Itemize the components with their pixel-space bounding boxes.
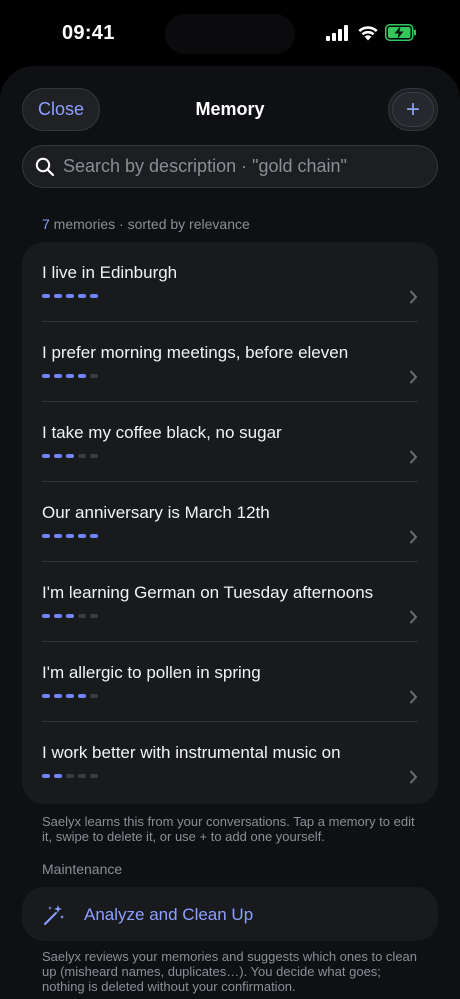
relevance-dot-filled <box>42 374 50 378</box>
dynamic-island <box>165 14 295 54</box>
relevance-dot-filled <box>42 614 50 618</box>
search-icon <box>35 157 55 177</box>
chevron-right-icon <box>410 530 417 544</box>
memory-item[interactable]: I take my coffee black, no sugar <box>22 402 438 482</box>
memory-list: I live in Edinburgh I prefer morning mee… <box>22 242 438 804</box>
relevance-dot-filled <box>42 694 50 698</box>
relevance-dot-filled <box>78 694 86 698</box>
relevance-dot-filled <box>54 614 62 618</box>
maintenance-section-label: Maintenance <box>42 861 123 877</box>
memory-text: I'm allergic to pollen in spring <box>42 663 261 682</box>
memory-text: I work better with instrumental music on <box>42 743 341 762</box>
relevance-dot-filled <box>78 294 86 298</box>
relevance-dot-empty <box>78 774 86 778</box>
plus-icon: + <box>392 92 434 127</box>
relevance-dot-filled <box>66 294 74 298</box>
relevance-dot-filled <box>42 294 50 298</box>
maintenance-description: Saelyx reviews your memories and suggest… <box>42 949 418 994</box>
relevance-dot-filled <box>66 614 74 618</box>
relevance-dot-filled <box>54 774 62 778</box>
relevance-dot-empty <box>66 774 74 778</box>
relevance-dot-empty <box>90 374 98 378</box>
relevance-dot-empty <box>90 694 98 698</box>
chevron-right-icon <box>410 370 417 384</box>
wifi-icon <box>358 26 378 41</box>
chevron-right-icon <box>410 610 417 624</box>
relevance-dot-empty <box>78 614 86 618</box>
chevron-right-icon <box>410 290 417 304</box>
memory-item[interactable]: I live in Edinburgh <box>22 242 438 322</box>
search-bar[interactable] <box>22 145 438 188</box>
relevance-dot-filled <box>90 294 98 298</box>
relevance-dot-empty <box>90 454 98 458</box>
chevron-right-icon <box>410 450 417 464</box>
memory-text: I live in Edinburgh <box>42 263 178 282</box>
relevance-dot-filled <box>54 694 62 698</box>
relevance-dot-empty <box>90 614 98 618</box>
memory-item[interactable]: Our anniversary is March 12th <box>22 482 438 562</box>
memory-item[interactable]: I work better with instrumental music on <box>22 722 438 802</box>
memory-count-summary: 7 memories · sorted by relevance <box>42 216 250 232</box>
relevance-dot-filled <box>90 534 98 538</box>
magic-wand-icon <box>44 905 64 925</box>
memory-text: I'm learning German on Tuesday afternoon… <box>42 583 374 602</box>
relevance-dot-filled <box>78 374 86 378</box>
relevance-dot-filled <box>54 374 62 378</box>
help-text: Saelyx learns this from your conversatio… <box>42 814 415 844</box>
search-input[interactable] <box>63 146 433 187</box>
relevance-dot-filled <box>66 534 74 538</box>
add-memory-button[interactable]: + <box>388 88 438 131</box>
relevance-dot-filled <box>42 774 50 778</box>
relevance-dot-filled <box>54 454 62 458</box>
memory-count: 7 <box>42 216 50 232</box>
analyze-clean-up-label: Analyze and Clean Up <box>84 905 254 924</box>
relevance-dot-filled <box>42 454 50 458</box>
memory-text: I prefer morning meetings, before eleven <box>42 343 349 362</box>
analyze-clean-up-button[interactable]: Analyze and Clean Up <box>22 887 438 941</box>
memory-count-text: memories · sorted by relevance <box>49 216 250 232</box>
relevance-dot-filled <box>54 294 62 298</box>
relevance-dot-filled <box>78 534 86 538</box>
relevance-dot-filled <box>66 454 74 458</box>
relevance-dot-empty <box>90 774 98 778</box>
battery-charging-icon <box>385 24 416 41</box>
memory-text: I take my coffee black, no sugar <box>42 423 282 442</box>
relevance-dot-empty <box>78 454 86 458</box>
memory-text: Our anniversary is March 12th <box>42 503 270 522</box>
chevron-right-icon <box>410 690 417 704</box>
chevron-right-icon <box>410 770 417 784</box>
memory-item[interactable]: I'm allergic to pollen in spring <box>22 642 438 722</box>
status-bar: 09:41 <box>0 0 460 66</box>
memory-item[interactable]: I'm learning German on Tuesday afternoon… <box>22 562 438 642</box>
memory-item[interactable]: I prefer morning meetings, before eleven <box>22 322 438 402</box>
relevance-dot-filled <box>66 374 74 378</box>
relevance-dot-filled <box>66 694 74 698</box>
relevance-dot-filled <box>42 534 50 538</box>
relevance-dot-filled <box>54 534 62 538</box>
cellular-signal-icon <box>326 25 348 41</box>
status-time: 09:41 <box>62 22 115 44</box>
